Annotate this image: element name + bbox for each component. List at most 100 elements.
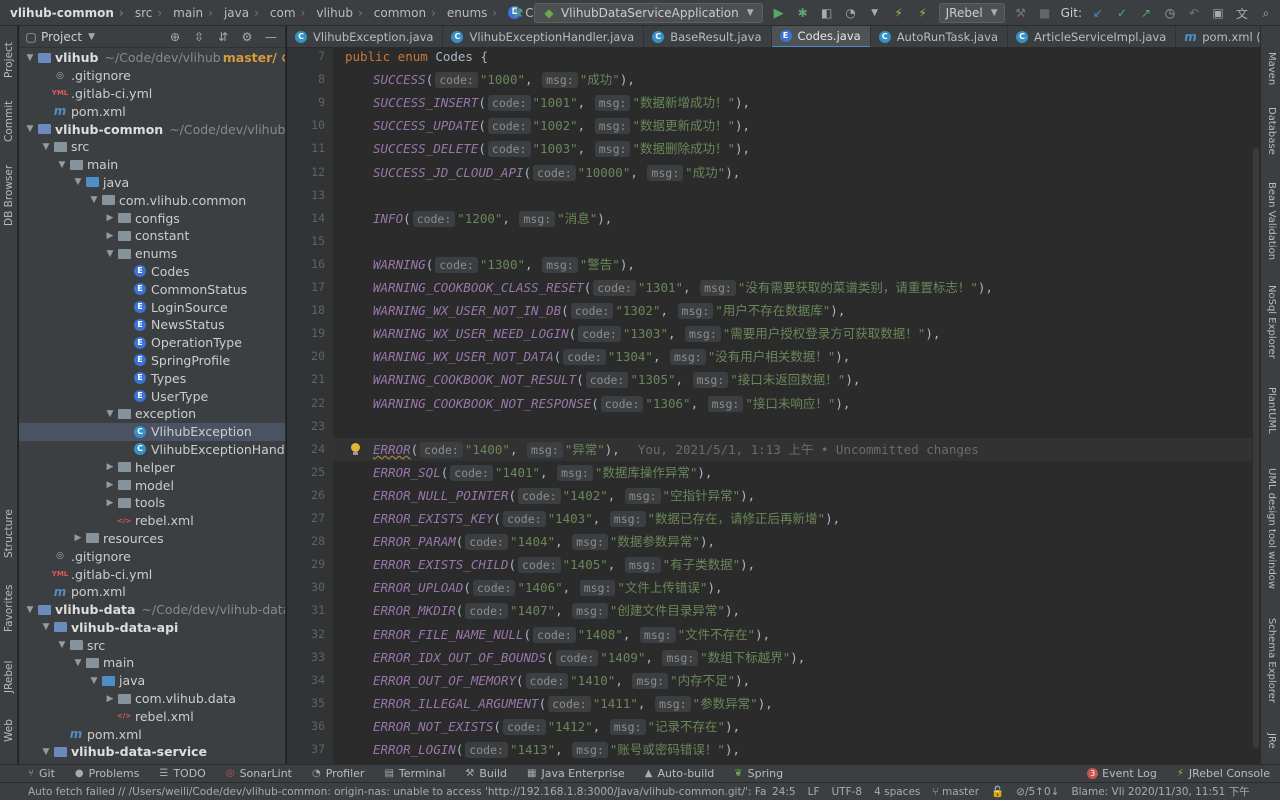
- editor-tab[interactable]: C BaseResult.java: [644, 26, 772, 47]
- translate-icon[interactable]: 文: [1234, 5, 1250, 21]
- tool-tab-jrebel[interactable]: JRebel: [0, 654, 18, 700]
- editor-tab[interactable]: m pom.xml (vlihub): [1176, 26, 1260, 47]
- collapse-all-icon[interactable]: ⇵: [215, 29, 231, 45]
- bottom-tool-spring[interactable]: ❦ Spring: [724, 767, 793, 780]
- breadcrumb-item[interactable]: src ›: [129, 6, 167, 20]
- file-encoding[interactable]: UTF-8: [825, 786, 868, 798]
- editor-tab[interactable]: C AutoRunTask.java: [871, 26, 1009, 47]
- tree-item[interactable]: ▼vlihub-data~/Code/dev/vlihub-datam: [19, 601, 285, 619]
- code-line[interactable]: SUCCESS(code: "1000", msg: "成功"),: [345, 68, 635, 91]
- chevron-down-icon[interactable]: ▼: [55, 640, 69, 650]
- gear-icon[interactable]: ⚙: [239, 29, 255, 45]
- git-push-icon[interactable]: ↗: [1138, 5, 1154, 21]
- blame-info[interactable]: Blame: Vli 2020/11/30, 11:51 下午: [1065, 784, 1255, 799]
- breadcrumb-item[interactable]: main ›: [167, 6, 218, 20]
- tree-item[interactable]: ▶ tools: [19, 494, 285, 512]
- code-line[interactable]: SUCCESS_UPDATE(code: "1002", msg: "数据更新成功！…: [345, 114, 750, 137]
- tool-tab-maven[interactable]: Maven: [1262, 46, 1280, 92]
- code-line[interactable]: WARNING_WX_USER_NOT_DATA(code: "1304", ms…: [345, 345, 850, 368]
- git-history-icon[interactable]: ◷: [1162, 5, 1178, 21]
- coverage-icon[interactable]: ◧: [819, 5, 835, 21]
- code-line[interactable]: ERROR_UPLOAD(code: "1406", msg: "文件上传错误"),: [345, 576, 723, 599]
- jrebel-select[interactable]: JRebel ▼: [938, 3, 1005, 23]
- tree-item[interactable]: </> rebel.xml: [19, 512, 285, 530]
- jrebel-debug-icon[interactable]: ⚡: [915, 5, 931, 21]
- jrebel-run-icon[interactable]: ⚡: [891, 5, 907, 21]
- bottom-tool-build[interactable]: ⚒ Build: [455, 767, 517, 780]
- tree-item[interactable]: E Codes: [19, 263, 285, 281]
- chevron-down-icon[interactable]: ▼: [23, 124, 37, 134]
- git-rollback-icon[interactable]: ↶: [1186, 5, 1202, 21]
- code-line[interactable]: ERROR_MKDIR(code: "1407", msg: "创建文件目录异常")…: [345, 599, 740, 622]
- bottom-tool-git[interactable]: ⑂ Git: [18, 767, 65, 780]
- chevron-right-icon[interactable]: ▶: [103, 231, 117, 241]
- bottom-tool-profiler[interactable]: ◔ Profiler: [302, 767, 374, 780]
- chevron-down-icon[interactable]: ▼: [103, 409, 117, 419]
- chevron-down-icon[interactable]: ▼: [71, 177, 85, 187]
- bottom-tool-problems[interactable]: ● Problems: [65, 767, 149, 780]
- code-line[interactable]: ERROR_EXISTS_KEY(code: "1403", msg: "数据已存在…: [345, 507, 840, 530]
- code-line[interactable]: ERROR_OUT_OF_MEMORY(code: "1410", msg: "内存…: [345, 669, 750, 692]
- tree-item[interactable]: E Types: [19, 369, 285, 387]
- line-separator[interactable]: LF: [802, 786, 826, 798]
- code-line[interactable]: ERROR_EXISTS_CHILD(code: "1405", msg: "有子类…: [345, 553, 755, 576]
- tool-tab-schema-explorer[interactable]: Schema Explorer: [1262, 616, 1280, 706]
- run-configuration-select[interactable]: ◆ VlihubDataServiceApplication ▼: [533, 3, 763, 23]
- chevron-down-icon[interactable]: ▼: [71, 658, 85, 668]
- tool-tab-project[interactable]: Project: [0, 32, 18, 88]
- code-editor[interactable]: 7 8 9 10 11 12 13 14 15 16 17 18 19 20 21 22 23 24 25 26 27 2…: [287, 48, 1252, 764]
- tree-item[interactable]: ▼ vlihub-data-api: [19, 619, 285, 637]
- code-line[interactable]: ERROR_PARAM(code: "1404", msg: "数据参数异常"),: [345, 530, 715, 553]
- tree-item[interactable]: </> rebel.xml: [19, 707, 285, 725]
- tree-item[interactable]: ▼ vlihub-data-service: [19, 743, 285, 761]
- tree-item[interactable]: ▶ model: [19, 476, 285, 494]
- code-line[interactable]: WARNING_COOKBOOK_CLASS_RESET(code: "1301"…: [345, 276, 993, 299]
- bottom-tool-java-enterprise[interactable]: ▦ Java Enterprise: [517, 767, 635, 780]
- breadcrumb-item[interactable]: common ›: [368, 6, 441, 20]
- bottom-tool-terminal[interactable]: ▤ Terminal: [374, 767, 455, 780]
- code-line[interactable]: ERROR_ILLEGAL_ARGUMENT(code: "1411", msg:…: [345, 692, 773, 715]
- chevron-right-icon[interactable]: ▶: [103, 480, 117, 490]
- tree-item[interactable]: ▶ helper: [19, 458, 285, 476]
- tree-item[interactable]: ▼ main: [19, 156, 285, 174]
- tree-item[interactable]: ▼ enums: [19, 245, 285, 263]
- tree-item[interactable]: ▶ resources: [19, 530, 285, 548]
- lock-icon[interactable]: 🔓: [985, 785, 1010, 798]
- chevron-down-icon[interactable]: ▼: [39, 622, 53, 632]
- project-structure-icon[interactable]: ▣: [1210, 5, 1226, 21]
- breadcrumb-item[interactable]: vlihub-common ›: [0, 6, 129, 20]
- tool-tab-uml-design[interactable]: UML design tool window: [1262, 464, 1280, 594]
- code-line[interactable]: SUCCESS_INSERT(code: "1001", msg: "数据新增成功！…: [345, 91, 750, 114]
- code-line[interactable]: WARNING_WX_USER_NEED_LOGIN(code: "1303", …: [345, 322, 940, 345]
- code-line[interactable]: WARNING_WX_USER_NOT_IN_DB(code: "1302", m…: [345, 299, 845, 322]
- tree-item[interactable]: ▼ vlihub-common ~/Code/dev/vlihub-co: [19, 120, 285, 138]
- code-line[interactable]: WARNING(code: "1300", msg: "警告"),: [345, 253, 635, 276]
- tree-item[interactable]: ◎ .gitignore: [19, 67, 285, 85]
- event-log-button[interactable]: 3 Event Log: [1077, 767, 1167, 780]
- status-message[interactable]: Auto fetch failed // /Users/weili/Code/d…: [0, 786, 766, 798]
- tree-item[interactable]: E NewsStatus: [19, 316, 285, 334]
- bottom-tool-auto-build[interactable]: ▲ Auto-build: [635, 767, 724, 780]
- code-line[interactable]: public enum Codes {: [345, 48, 488, 68]
- code-line[interactable]: ERROR_IDX_OUT_OF_BOUNDS(code: "1409", msg…: [345, 646, 805, 669]
- code-line[interactable]: ERROR_LOGIN(code: "1413", msg: "账号或密码错误！")…: [345, 738, 740, 761]
- chevron-down-icon[interactable]: ▼: [55, 160, 69, 170]
- code-line[interactable]: INFO(code: "1200", msg: "消息"),: [345, 207, 612, 230]
- bottom-tool-sonarlint[interactable]: ◎ SonarLint: [216, 767, 302, 780]
- lightbulb-icon[interactable]: [350, 442, 360, 456]
- tree-item[interactable]: E SpringProfile: [19, 352, 285, 370]
- tree-item[interactable]: YML .gitlab-ci.yml: [19, 565, 285, 583]
- code-line[interactable]: ERROR_NOT_EXISTS(code: "1412", msg: "记录不存在…: [345, 715, 740, 738]
- code-line[interactable]: WARNING_COOKBOOK_NOT_RESPONSE(code: "1306…: [345, 392, 850, 415]
- tree-item[interactable]: ▶ com.vlihub.data: [19, 690, 285, 708]
- code-line[interactable]: SUCCESS_DELETE(code: "1003", msg: "数据删除成功！…: [345, 137, 750, 160]
- tool-tab-commit[interactable]: Commit: [0, 96, 18, 146]
- git-update-icon[interactable]: ↙: [1090, 5, 1106, 21]
- code-line[interactable]: WARNING_COOKBOOK_NOT_RESULT(code: "1305",…: [345, 368, 860, 391]
- editor-tab[interactable]: C VlihubException.java: [287, 26, 444, 47]
- jrebel-console-button[interactable]: ⚡ JRebel Console: [1167, 767, 1280, 780]
- editor-tab[interactable]: C ArticleServiceImpl.java: [1008, 26, 1177, 47]
- tree-item[interactable]: m pom.xml: [19, 583, 285, 601]
- indent-setting[interactable]: 4 spaces: [868, 786, 926, 798]
- breadcrumb-item[interactable]: vlihub ›: [310, 6, 367, 20]
